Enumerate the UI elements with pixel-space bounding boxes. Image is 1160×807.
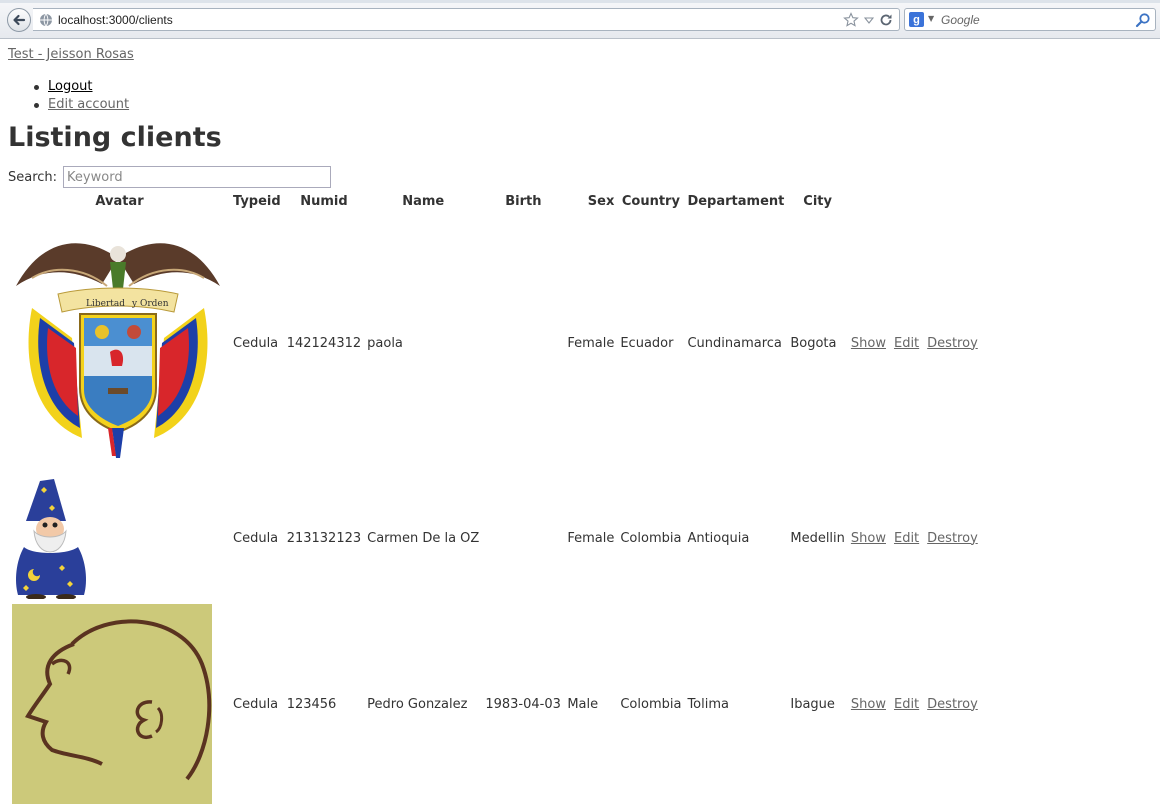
- column-header-avatar: Avatar: [95, 194, 144, 209]
- cell-show: Show: [849, 475, 890, 601]
- cell-typeid: Cedula: [233, 696, 279, 712]
- address-bar[interactable]: localhost:3000/clients: [33, 8, 900, 31]
- engine-caret-icon[interactable]: ▼: [928, 14, 934, 23]
- search-form: Search:: [8, 166, 332, 188]
- column-header-actions-3: [925, 192, 982, 211]
- show-link[interactable]: Show: [851, 697, 886, 712]
- cell-numid: 123456: [286, 696, 337, 712]
- back-arrow-icon: [13, 14, 26, 26]
- edit-account-link[interactable]: Edit account: [48, 97, 129, 112]
- column-header-departament: Departament: [687, 194, 785, 209]
- cell-sex: Female: [567, 335, 615, 351]
- dropdown-arrow-icon[interactable]: [864, 15, 874, 25]
- table-row: Libertad y Orden Cedula 142124312 paola …: [10, 213, 982, 473]
- back-button[interactable]: [7, 8, 31, 32]
- column-header-name: Name: [402, 194, 445, 209]
- cell-departament: Antioquia: [687, 530, 750, 546]
- coat-of-arms-avatar: Libertad y Orden: [16, 243, 220, 458]
- table-row: Cedula 213132123 Carmen De la OZ Female …: [10, 475, 982, 601]
- column-header-sex: Sex: [587, 194, 615, 209]
- cell-destroy: Destroy: [925, 603, 982, 805]
- table-row: Cedula 123456 Pedro Gonzalez 1983-04-03 …: [10, 603, 982, 805]
- svg-text:y Orden: y Orden: [131, 299, 169, 309]
- edit-link[interactable]: Edit: [894, 531, 919, 546]
- clients-table: Avatar Typeid Numid Name Birth Sex Count…: [8, 190, 984, 807]
- cell-numid: 213132123: [286, 530, 362, 546]
- cell-sex: Female: [567, 530, 615, 546]
- edit-link[interactable]: Edit: [894, 336, 919, 351]
- column-header-numid: Numid: [300, 194, 348, 209]
- destroy-link[interactable]: Destroy: [927, 697, 978, 712]
- google-icon[interactable]: g: [909, 12, 924, 27]
- avatar-cell: [10, 603, 229, 805]
- avatar-cell: [10, 475, 229, 601]
- brand-link[interactable]: Test - Jeisson Rosas: [8, 47, 134, 62]
- cell-city: Medellin: [790, 530, 845, 546]
- cell-typeid: Cedula: [233, 530, 279, 546]
- cell-birth: [483, 475, 563, 601]
- cell-name: paola: [367, 335, 403, 351]
- logout-link[interactable]: Logout: [48, 79, 93, 94]
- tab-strip-edge: [0, 0, 1160, 3]
- account-nav: Logout Edit account: [33, 78, 129, 114]
- cell-departament: Tolima: [687, 696, 729, 712]
- table-header-row: Avatar Typeid Numid Name Birth Sex Count…: [10, 192, 982, 211]
- svg-text:Libertad: Libertad: [86, 299, 125, 309]
- cell-city: Bogota: [790, 335, 837, 351]
- cell-sex: Male: [567, 696, 599, 712]
- cell-departament: Cundinamarca: [687, 335, 782, 351]
- face-sketch-avatar: [12, 604, 212, 804]
- magnifier-icon[interactable]: [1135, 12, 1151, 28]
- cell-name: Pedro Gonzalez: [367, 696, 468, 712]
- cell-edit: Edit: [892, 603, 923, 805]
- browser-toolbar: localhost:3000/clients g ▼ Google: [0, 0, 1160, 39]
- edit-link[interactable]: Edit: [894, 697, 919, 712]
- bookmark-star-icon[interactable]: [843, 12, 859, 28]
- avatar-cell: Libertad y Orden: [10, 213, 229, 473]
- nav-item-logout: Logout: [33, 78, 129, 96]
- search-label: Search:: [8, 169, 58, 185]
- cell-edit: Edit: [892, 475, 923, 601]
- column-header-actions: [849, 192, 890, 211]
- cell-show: Show: [849, 213, 890, 473]
- nav-item-edit-account: Edit account: [33, 96, 129, 114]
- cell-name: Carmen De la OZ: [367, 530, 480, 546]
- column-header-actions-2: [892, 192, 923, 211]
- cell-destroy: Destroy: [925, 213, 982, 473]
- column-header-birth: Birth: [505, 194, 542, 209]
- cell-country: Colombia: [620, 530, 682, 546]
- cell-edit: Edit: [892, 213, 923, 473]
- page-title: Listing clients: [8, 122, 222, 153]
- search-engine-bar[interactable]: g ▼ Google: [904, 8, 1156, 31]
- column-header-country: Country: [621, 194, 680, 209]
- destroy-link[interactable]: Destroy: [927, 531, 978, 546]
- search-input[interactable]: [63, 166, 332, 188]
- cell-typeid: Cedula: [233, 335, 279, 351]
- cell-birth: 1983-04-03: [485, 696, 561, 712]
- url-text: localhost:3000/clients: [58, 13, 173, 27]
- reload-icon[interactable]: [879, 13, 893, 27]
- show-link[interactable]: Show: [851, 336, 886, 351]
- globe-icon: [40, 13, 52, 27]
- cell-city: Ibague: [790, 696, 835, 712]
- search-engine-placeholder: Google: [941, 13, 980, 27]
- wizard-avatar: [16, 479, 86, 599]
- column-header-city: City: [803, 194, 832, 209]
- cell-country: Ecuador: [620, 335, 674, 351]
- cell-birth: [483, 213, 563, 473]
- column-header-typeid: Typeid: [233, 194, 281, 209]
- cell-country: Colombia: [620, 696, 682, 712]
- cell-destroy: Destroy: [925, 475, 982, 601]
- cell-numid: 142124312: [286, 335, 362, 351]
- destroy-link[interactable]: Destroy: [927, 336, 978, 351]
- cell-show: Show: [849, 603, 890, 805]
- show-link[interactable]: Show: [851, 531, 886, 546]
